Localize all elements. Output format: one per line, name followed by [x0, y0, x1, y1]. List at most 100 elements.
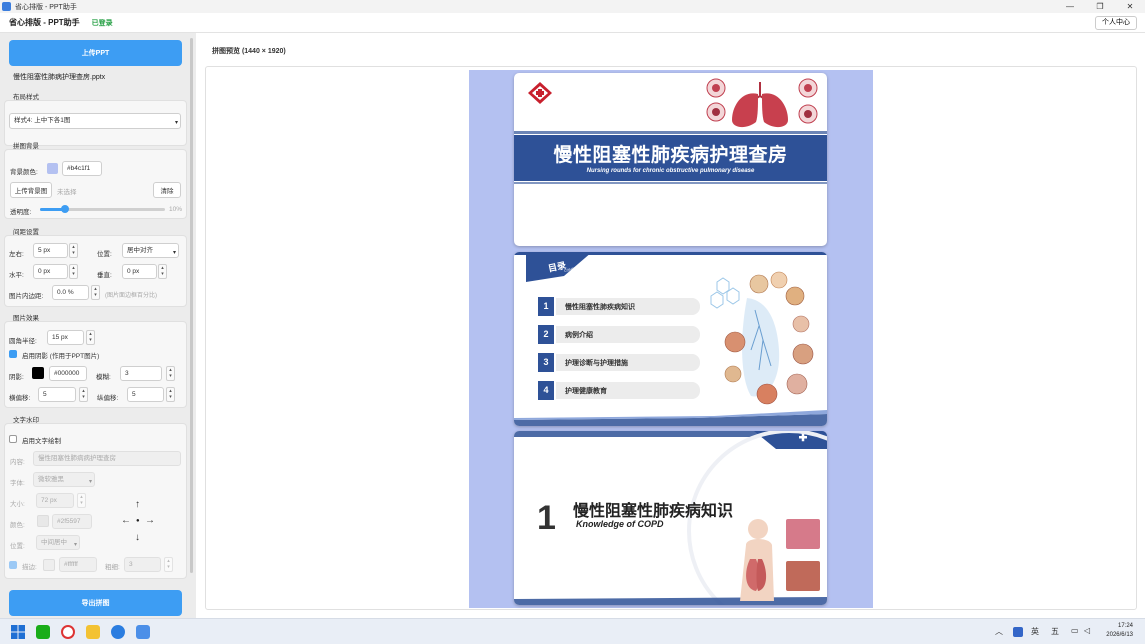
network-icon[interactable]: ▭	[1071, 626, 1079, 635]
wm-size-label: 大小:	[10, 501, 25, 508]
ime-language[interactable]: 英	[1031, 626, 1039, 637]
position-label: 位置:	[97, 251, 112, 258]
lr-label: 左右:	[9, 251, 24, 258]
wm-position-label: 位置:	[10, 543, 25, 550]
stroke-checkbox[interactable]	[9, 561, 17, 569]
wm-content-input[interactable]: 慢性阻塞性肺病病护理查房	[33, 451, 181, 466]
wm-size-stepper[interactable]: ▴ ▾	[77, 493, 86, 508]
shadow-color-swatch[interactable]	[32, 367, 44, 379]
padding-input[interactable]: 0.0 %	[52, 285, 89, 300]
toc-item: 1 慢性阻塞性肺疾病知识	[538, 297, 700, 316]
maximize-icon[interactable]: ❐	[1085, 0, 1115, 13]
edge-icon[interactable]	[111, 625, 125, 639]
toc-text: 护理健康教育	[565, 388, 607, 395]
wm-color-input[interactable]: #2f5597	[52, 514, 92, 529]
wm-color-label: 颜色:	[10, 522, 25, 529]
radius-stepper[interactable]: ▴ ▾	[86, 330, 95, 345]
radius-label: 圆角半径:	[9, 338, 37, 345]
blur-input[interactable]: 3	[120, 366, 162, 381]
app-header: 省心排版 - PPT助手 已登录 个人中心	[0, 13, 1145, 33]
wm-font-select[interactable]: 微软雅黑 ▾	[33, 472, 95, 487]
close-icon[interactable]: ✕	[1115, 0, 1145, 13]
user-center-button[interactable]: 个人中心	[1095, 16, 1137, 30]
arrow-up-icon[interactable]: ↑	[135, 499, 140, 510]
upload-bg-button[interactable]: 上传背景图	[10, 182, 52, 198]
center-dot-icon[interactable]: ●	[136, 518, 140, 524]
minimize-icon[interactable]: —	[1055, 0, 1085, 13]
hospital-logo-icon	[528, 82, 552, 104]
opacity-value: 10%	[169, 206, 183, 213]
wm-thick-input[interactable]: 3	[124, 557, 161, 572]
wm-thick-stepper[interactable]: ▴ ▾	[164, 557, 173, 572]
opacity-slider[interactable]	[40, 205, 165, 213]
arrow-right-icon[interactable]: →	[145, 515, 155, 526]
radius-input[interactable]: 15 px	[47, 330, 84, 345]
security-icon[interactable]	[1013, 627, 1023, 637]
vertical-label: 垂直:	[97, 272, 112, 279]
opacity-slider-handle[interactable]	[61, 205, 69, 213]
toc-number: 2	[538, 325, 554, 344]
padding-label: 图片内边距:	[9, 293, 44, 300]
tray-expand-icon[interactable]: ︿	[995, 626, 1003, 637]
vertical-stepper[interactable]: ▴ ▾	[158, 264, 167, 279]
watermark-card	[4, 423, 187, 579]
layout-style-select[interactable]: 样式4: 上中下各1图 ▾	[9, 113, 181, 129]
wm-position-select[interactable]: 中间居中 ▾	[36, 535, 80, 550]
wm-size-input[interactable]: 72 px	[36, 493, 74, 508]
padding-hint: (图片面边框百分比)	[105, 293, 157, 299]
wm-color-swatch[interactable]	[37, 515, 49, 527]
wm-stroke-swatch[interactable]	[43, 559, 55, 571]
collage-canvas: 慢性阻塞性肺疾病护理查房 Nursing rounds for chronic …	[469, 70, 873, 608]
ime-mode[interactable]: 五	[1051, 626, 1059, 637]
shadow-check-label: 启用阴影 (作用于PPT图片)	[22, 353, 100, 360]
lung-anatomy-illustration	[710, 271, 814, 405]
xoff-input[interactable]: 5	[38, 387, 76, 402]
browser-icon[interactable]	[61, 625, 75, 639]
opacity-label: 透明度:	[10, 209, 32, 216]
clear-bg-button[interactable]: 清除	[153, 182, 181, 198]
padding-stepper[interactable]: ▴ ▾	[91, 285, 100, 300]
lr-stepper[interactable]: ▴ ▾	[69, 243, 78, 258]
upload-ppt-button[interactable]: 上传PPT	[9, 40, 182, 66]
clock-date: 2026/6/13	[1106, 632, 1133, 638]
window-title: 省心排版 - PPT助手	[15, 3, 77, 11]
yoff-stepper[interactable]: ▴ ▾	[166, 387, 175, 402]
preview-label: 拼图预览 (1440 × 1920)	[212, 48, 286, 55]
slide-1: 慢性阻塞性肺疾病护理查房 Nursing rounds for chronic …	[514, 73, 827, 246]
ppt-helper-icon[interactable]	[136, 625, 150, 639]
folder-icon[interactable]	[86, 625, 100, 639]
arrow-down-icon[interactable]: ↓	[135, 532, 140, 543]
blur-stepper[interactable]: ▴ ▾	[166, 366, 175, 381]
horizontal-input[interactable]: 0 px	[33, 264, 68, 279]
yoff-input[interactable]: 5	[127, 387, 164, 402]
chevron-down-icon: ▾	[174, 120, 178, 126]
wm-thick-label: 粗细:	[105, 564, 120, 571]
title-topline	[514, 131, 827, 134]
yoff-label: 纵偏移:	[97, 395, 119, 402]
volume-icon[interactable]: ◁	[1084, 626, 1090, 635]
bg-color-input[interactable]: #b4c1f1	[62, 161, 102, 176]
bg-color-label: 背景颜色:	[10, 169, 38, 176]
export-button[interactable]: 导出拼图	[9, 590, 182, 616]
xoff-stepper[interactable]: ▴ ▾	[79, 387, 88, 402]
toc-number: 4	[538, 381, 554, 400]
slide3-subtitle: Knowledge of COPD	[576, 519, 664, 529]
shadow-color-input[interactable]: #000000	[49, 366, 87, 381]
settings-scrollbar[interactable]	[190, 38, 193, 573]
vertical-input[interactable]: 0 px	[122, 264, 157, 279]
watermark-checkbox[interactable]	[9, 435, 17, 443]
lr-input[interactable]: 5 px	[33, 243, 68, 258]
position-select[interactable]: 居中对齐 ▾	[122, 243, 179, 258]
arrow-left-icon[interactable]: ←	[121, 515, 131, 526]
wechat-icon[interactable]	[36, 625, 50, 639]
slide-3: 1 慢性阻塞性肺疾病知识 Knowledge of COPD	[514, 431, 827, 605]
lungs-illustration	[706, 78, 818, 128]
bg-color-swatch[interactable]	[47, 163, 58, 174]
shadow-checkbox[interactable]	[9, 350, 17, 358]
windows-start-icon[interactable]	[11, 625, 25, 639]
horizontal-stepper[interactable]: ▴ ▾	[69, 264, 78, 279]
bg-upload-status: 未选择	[57, 189, 77, 196]
clock[interactable]: 17:24 2026/6/13	[1106, 622, 1133, 640]
wm-stroke-input[interactable]: #ffffff	[59, 557, 97, 572]
wm-font-value: 微软雅黑	[38, 476, 64, 483]
